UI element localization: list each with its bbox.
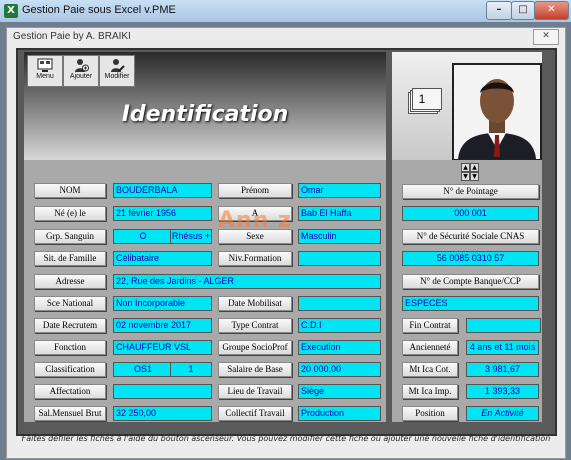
field-affectation[interactable]: [113, 384, 212, 399]
label-grp-sanguin: Grp. Sanguin: [34, 229, 106, 244]
close-window-button[interactable]: ✕: [534, 1, 569, 20]
label-position: Position: [402, 406, 458, 421]
label-salaire-base: Salaire de Base: [218, 362, 292, 377]
window-titlebar: X Gestion Paie sous Excel v.PME – □ ✕: [0, 0, 571, 22]
label-prenom: Prénom: [218, 183, 292, 198]
arrow-up-icon[interactable]: ▲: [461, 163, 470, 172]
fields-panel: [24, 160, 386, 422]
maximize-button[interactable]: □: [511, 1, 535, 20]
label-date-recrutem: Date Recrutem: [34, 318, 106, 333]
label-classification: Classification: [34, 362, 106, 377]
dialog-title: Gestion Paie by A. BRAIKI: [13, 31, 131, 42]
field-prenom[interactable]: Omar: [298, 183, 381, 198]
dialog-close-button[interactable]: ✕: [533, 29, 559, 45]
employee-photo: [452, 63, 542, 161]
label-fonction: Fonction: [34, 340, 106, 355]
watermark: Ann z: [218, 208, 292, 233]
add-button[interactable]: Ajouter: [63, 55, 99, 87]
label-sce-national: Sce National: [34, 296, 106, 311]
field-niv-formation[interactable]: [298, 251, 381, 266]
field-groupe-socio[interactable]: Execution: [298, 340, 381, 355]
menu-button[interactable]: Menu: [27, 55, 63, 87]
edit-button[interactable]: Modifier: [99, 55, 135, 87]
excel-app-icon: X: [4, 4, 18, 18]
edit-user-icon: [111, 59, 125, 72]
label-secu: N° de Sécurité Sociale CNAS: [402, 229, 539, 244]
record-scroll-spinner[interactable]: ▲ ▲ ▼ ▼: [461, 163, 485, 185]
add-label: Ajouter: [69, 73, 93, 80]
add-user-icon: [75, 59, 89, 72]
label-nom: NOM: [34, 183, 106, 198]
label-mt-ica-imp: Mt Ica Imp.: [402, 384, 458, 399]
field-sal-mensuel[interactable]: 32 250,00: [113, 406, 212, 421]
field-mt-ica-cot[interactable]: 3 981,67: [466, 362, 539, 377]
right-fields-panel: [392, 160, 542, 422]
field-fin-contrat[interactable]: [466, 318, 541, 333]
field-grp-sanguin[interactable]: O: [113, 229, 173, 244]
menu-label: Menu: [36, 73, 54, 80]
arrow-down-icon[interactable]: ▼: [470, 172, 479, 181]
label-collectif: Collectif Travail: [218, 406, 292, 421]
label-mt-ica-cot: Mt Ica Cot.: [402, 362, 458, 377]
label-compte: N° de Compte Banque/CCP: [402, 274, 539, 289]
label-pointage: N° de Pointage: [402, 184, 539, 199]
field-collectif[interactable]: Production: [298, 406, 381, 421]
label-niv-formation: Niv.Formation: [218, 251, 292, 266]
field-classification[interactable]: OS1: [113, 362, 173, 377]
label-adresse: Adresse: [34, 274, 106, 289]
page-title: Identification: [121, 102, 289, 127]
field-position[interactable]: En Activité: [466, 406, 539, 421]
arrow-up-icon[interactable]: ▲: [470, 163, 479, 172]
label-ne-le: Né (e) le: [34, 206, 106, 221]
footer-hint: Faites défiler les fiches à l'aide du bo…: [21, 434, 551, 443]
field-sit-famille[interactable]: Célibataire: [113, 251, 212, 266]
edit-label: Modifier: [104, 73, 130, 80]
field-adresse[interactable]: 22, Rue des Jardins - ALGER: [113, 274, 381, 289]
field-pointage[interactable]: 000 001: [402, 206, 539, 221]
field-sce-national[interactable]: Non Incorporable: [113, 296, 212, 311]
field-date-mobilisat[interactable]: [298, 296, 381, 311]
record-number: 1: [418, 92, 426, 106]
field-compte[interactable]: ESPECES: [402, 296, 539, 311]
minimize-button[interactable]: –: [486, 1, 512, 20]
field-nom[interactable]: BOUDERBALA: [113, 183, 212, 198]
field-ne-le[interactable]: 21 février 1956: [113, 206, 212, 221]
label-type-contrat: Type Contrat: [218, 318, 292, 333]
field-salaire-base[interactable]: 20 000,00: [298, 362, 381, 377]
field-a[interactable]: Bab El Haffa: [298, 206, 381, 221]
label-sit-famille: Sit. de Famille: [34, 251, 106, 266]
field-type-contrat[interactable]: C.D.I: [298, 318, 381, 333]
label-lieu-travail: Lieu de Travail: [218, 384, 292, 399]
identification-header: Menu Ajouter Modifier Identification: [24, 52, 386, 160]
arrow-down-icon[interactable]: ▼: [461, 172, 470, 181]
field-anciennete[interactable]: 4 ans et 11 mois: [466, 340, 539, 355]
label-groupe-socio: Groupe SocioProf: [218, 340, 292, 355]
window-title: Gestion Paie sous Excel v.PME: [22, 4, 176, 16]
menu-icon: [37, 58, 53, 72]
photo-panel: 1: [392, 52, 542, 161]
field-mt-ica-imp[interactable]: 1 393,33: [466, 384, 539, 399]
label-date-mobilisat: Date Mobilisat: [218, 296, 292, 311]
label-anciennete: Ancienneté: [402, 340, 458, 355]
field-lieu-travail[interactable]: Siège: [298, 384, 381, 399]
field-secu[interactable]: 56 0085 0310 57: [402, 251, 539, 266]
field-fonction[interactable]: CHAUFFEUR VSL: [113, 340, 212, 355]
employee-photo-image: [454, 65, 540, 159]
label-fin-contrat: Fin Contrat: [402, 318, 458, 333]
field-date-recrutem[interactable]: 02 novembre 2017: [113, 318, 212, 333]
record-counter: 1: [408, 88, 442, 114]
label-affectation: Affectation: [34, 384, 106, 399]
field-rhesus[interactable]: Rhésus +: [170, 229, 212, 244]
field-sexe[interactable]: Masculin: [298, 229, 381, 244]
label-sal-mensuel: Sal.Mensuel Brut: [34, 406, 106, 421]
field-classification-level[interactable]: 1: [170, 362, 212, 377]
